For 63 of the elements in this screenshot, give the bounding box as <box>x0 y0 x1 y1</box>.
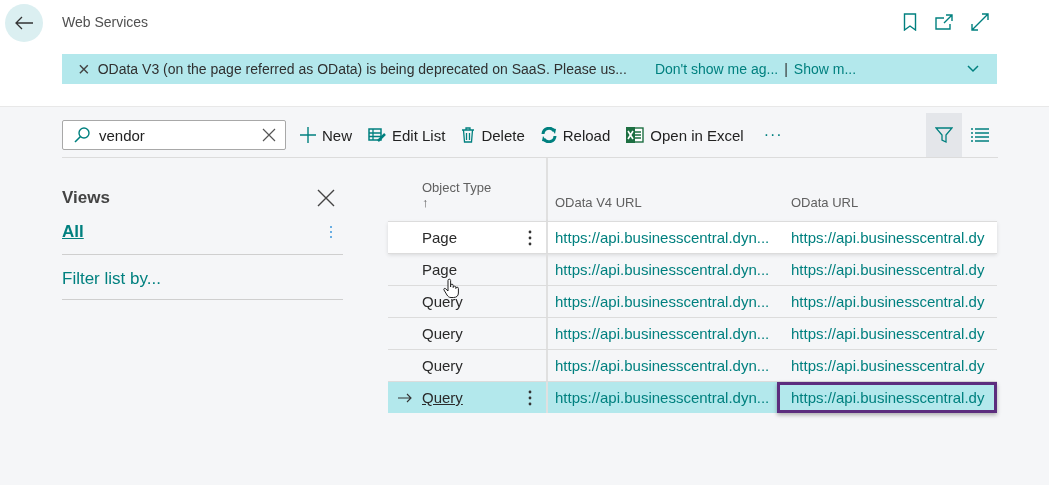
table-row[interactable]: Query https://api.businesscentral.dyn... https://api.businesscentral.dy <box>388 317 997 349</box>
table-cell: Page <box>422 229 458 246</box>
views-title: Views <box>62 188 110 208</box>
url-link[interactable]: https://api.businesscentral.dy <box>791 293 985 310</box>
url-link[interactable]: https://api.businesscentral.dyn... <box>555 357 770 374</box>
search-field[interactable]: vendor <box>62 120 286 150</box>
excel-button[interactable]: Open in Excel <box>626 126 744 144</box>
arrow-left-icon <box>14 15 34 31</box>
new-button[interactable]: New <box>300 126 352 144</box>
more-options-icon[interactable] <box>528 389 532 406</box>
table-cell: Query <box>422 357 463 374</box>
chevron-down-icon[interactable] <box>967 65 979 73</box>
table-cell: Query <box>422 293 463 310</box>
filter-button[interactable] <box>926 113 962 157</box>
column-header[interactable]: OData URL <box>791 195 997 210</box>
page-title: Web Services <box>62 14 149 30</box>
table-row[interactable]: Query https://api.businesscentral.dyn... https://api.businesscentral.dy <box>388 381 997 413</box>
table-cell: Page <box>422 261 458 278</box>
url-link[interactable]: https://api.businesscentral.dyn... <box>555 325 770 342</box>
spreadsheet-icon <box>626 126 645 144</box>
table-row[interactable]: Query https://api.businesscentral.dyn... https://api.businesscentral.dy <box>388 285 997 317</box>
banner-message: OData V3 (on the page referred as OData) is being deprecated on SaaS. Please us... <box>97 61 627 77</box>
more-options-icon[interactable] <box>528 229 532 246</box>
show-more-link[interactable]: Show m... <box>793 61 857 77</box>
view-link[interactable]: All <box>62 222 84 242</box>
reload-button[interactable]: Reload <box>540 126 611 144</box>
url-link[interactable]: https://api.businesscentral.dy <box>791 325 985 342</box>
edit-button[interactable]: Edit List <box>368 126 446 144</box>
sort-arrow: ↑ <box>422 194 429 210</box>
table-row[interactable]: Page https://api.businesscentral.dyn... https://api.businesscentral.dy <box>388 221 997 253</box>
close-button[interactable]: × <box>78 57 90 81</box>
arrow-right-icon <box>398 392 412 403</box>
url-link[interactable]: https://api.businesscentral.dy <box>791 229 985 246</box>
url-link[interactable]: https://api.businesscentral.dy <box>791 389 985 406</box>
url-link[interactable]: https://api.businesscentral.dyn... <box>555 229 770 246</box>
url-link[interactable]: https://api.businesscentral.dyn... <box>555 261 770 278</box>
table-cell: Query <box>422 389 463 406</box>
plus-icon <box>300 127 316 143</box>
edit-table-icon <box>368 127 386 143</box>
open-in-new-window-icon[interactable] <box>935 14 953 30</box>
url-link[interactable]: https://api.businesscentral.dy <box>791 357 985 374</box>
close-icon[interactable] <box>317 189 335 207</box>
column-header[interactable]: OData V4 URL <box>555 195 785 210</box>
filter-link[interactable]: Filter list by... <box>62 269 161 288</box>
url-link[interactable]: https://api.businesscentral.dyn... <box>555 293 770 310</box>
column-header[interactable]: Object Type <box>422 179 546 195</box>
separator-text: | <box>784 61 788 77</box>
hand-cursor-icon <box>443 278 459 298</box>
table-cell: Query <box>422 325 463 342</box>
more-button[interactable]: ··· <box>757 125 789 145</box>
table-row[interactable]: Page https://api.businesscentral.dyn... https://api.businesscentral.dy <box>388 253 997 285</box>
clear-icon[interactable] <box>262 128 276 142</box>
refresh-icon <box>540 127 557 143</box>
back-button[interactable] <box>5 4 43 42</box>
expand-icon[interactable] <box>971 13 989 31</box>
delete-button[interactable]: Delete <box>461 126 525 144</box>
list-icon <box>971 128 989 142</box>
trash-icon <box>461 127 476 143</box>
filter-icon <box>935 126 953 144</box>
url-link[interactable]: https://api.businesscentral.dy <box>791 261 985 278</box>
dont-show-link[interactable]: Don't show me ag... <box>654 61 779 77</box>
url-link[interactable]: https://api.businesscentral.dyn... <box>555 389 770 406</box>
bookmark-icon[interactable] <box>903 13 917 31</box>
